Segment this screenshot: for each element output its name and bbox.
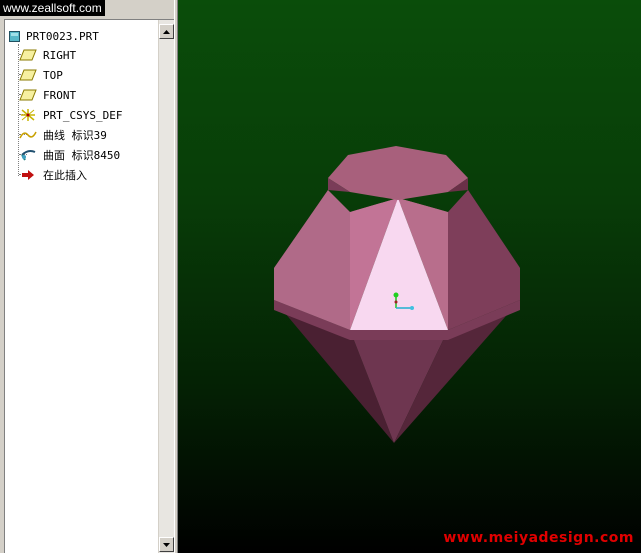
- surface-icon: [19, 148, 37, 162]
- tree-item-label: PRT_CSYS_DEF: [43, 108, 123, 122]
- scroll-up-button[interactable]: [159, 24, 174, 39]
- tree-item-right[interactable]: RIGHT: [19, 47, 76, 63]
- insert-here-arrow-icon: [19, 168, 37, 182]
- model-tree-panel: PRT0023.PRT RIGHT TOP FRONT PRT_CSYS_DEF: [4, 19, 174, 553]
- tree-item-label: 曲面 标识8450: [43, 149, 121, 162]
- tree-root-label: PRT0023.PRT: [26, 29, 99, 43]
- gem-model: [274, 146, 520, 443]
- tree-scrollbar[interactable]: [158, 20, 174, 553]
- arrow-up-icon: [163, 29, 170, 34]
- tree-item-label: TOP: [43, 68, 63, 82]
- datum-plane-icon: [19, 88, 37, 102]
- scroll-down-button[interactable]: [159, 537, 174, 552]
- arrow-down-icon: [163, 542, 170, 547]
- graphics-viewport[interactable]: www.meiyadesign.com: [178, 0, 641, 553]
- tree-item-label: RIGHT: [43, 48, 77, 62]
- tree-item-front[interactable]: FRONT: [19, 87, 76, 103]
- tree-item-insert-here[interactable]: 在此插入: [19, 167, 87, 183]
- tree-item-label: 在此插入: [43, 169, 87, 182]
- tree-item-top[interactable]: TOP: [19, 67, 63, 83]
- csys-axis-marker: [410, 306, 414, 310]
- datum-plane-icon: [19, 68, 37, 82]
- tree-item-csys[interactable]: PRT_CSYS_DEF: [19, 107, 122, 123]
- csys-origin-marker: [393, 292, 399, 298]
- tree-item-label: 曲线 标识39: [43, 129, 107, 142]
- datum-plane-icon: [19, 48, 37, 62]
- part-icon: [9, 30, 20, 42]
- tree-item-curve[interactable]: 曲线 标识39: [19, 127, 107, 143]
- curve-icon: [19, 128, 37, 142]
- tree-root-part[interactable]: PRT0023.PRT: [9, 28, 99, 44]
- coordinate-system-icon: [19, 108, 37, 122]
- top-watermark: www.zeallsoft.com: [0, 0, 105, 16]
- bottom-watermark: www.meiyadesign.com: [443, 530, 634, 546]
- csys-center-marker: [394, 300, 398, 304]
- tree-item-label: FRONT: [43, 88, 77, 102]
- tree-item-surface[interactable]: 曲面 标识8450: [19, 147, 120, 163]
